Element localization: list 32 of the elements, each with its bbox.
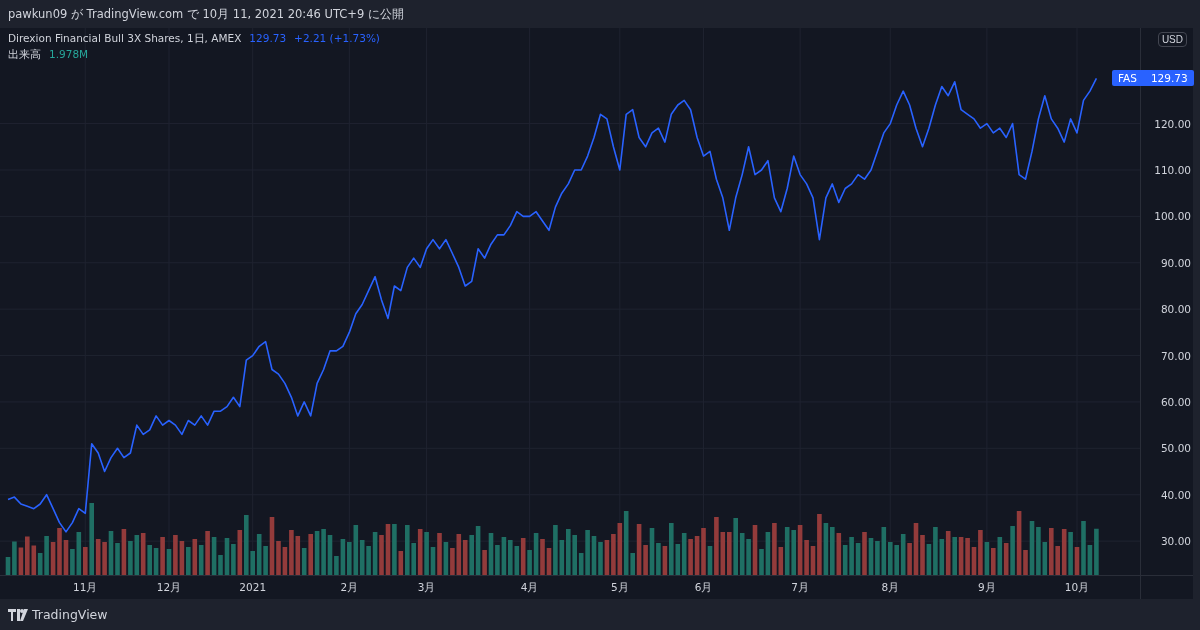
price-axis-label: 30.00 <box>1160 535 1191 548</box>
time-axis-label: 8月 <box>881 581 900 595</box>
last-price: 129.73 <box>249 32 287 46</box>
time-axis-label: 3月 <box>417 581 436 595</box>
price-axis-label: 40.00 <box>1160 488 1191 501</box>
time-axis-label: 5月 <box>610 581 629 595</box>
time-axis-label: 2021 <box>239 581 267 593</box>
time-axis-label: 6月 <box>694 581 713 595</box>
currency-button[interactable]: USD <box>1157 32 1187 47</box>
volume-label: 出来高 <box>8 48 41 62</box>
price-label: FAS 129.73 <box>1112 70 1194 87</box>
price-axis-label: 60.00 <box>1160 395 1191 408</box>
logo-text: TradingView <box>32 607 108 622</box>
publish-info: pawkun09 が TradingView.com で 10月 11, 2021 20:46 UTC+9 に公開 <box>8 6 404 22</box>
time-axis-label: 10月 <box>1064 581 1090 595</box>
time-axis-label: 7月 <box>791 581 809 595</box>
price-axis-label: 70.00 <box>1160 349 1191 362</box>
symbol-title: Direxion Financial Bull 3X Shares, 1日, AMEX <box>8 32 242 46</box>
price-axis-label: 80.00 <box>1160 303 1191 316</box>
time-axis-label: 11月 <box>73 581 98 595</box>
price-axis-label: 90.00 <box>1160 256 1191 269</box>
logo-icon <box>8 608 28 621</box>
time-axis-label: 2月 <box>340 581 359 595</box>
price-change: +2.21 (+1.73%) <box>294 32 380 46</box>
price-axis-label: 110.00 <box>1154 163 1191 176</box>
price-axis-label: 50.00 <box>1160 442 1191 455</box>
volume-value: 1.978M <box>49 48 89 62</box>
time-axis-label: 9月 <box>978 581 996 595</box>
price-axis-label: 120.00 <box>1154 117 1191 130</box>
time-axis-label: 4月 <box>520 581 539 595</box>
price-axis-label: 100.00 <box>1154 210 1191 223</box>
time-axis-label: 12月 <box>156 581 182 595</box>
